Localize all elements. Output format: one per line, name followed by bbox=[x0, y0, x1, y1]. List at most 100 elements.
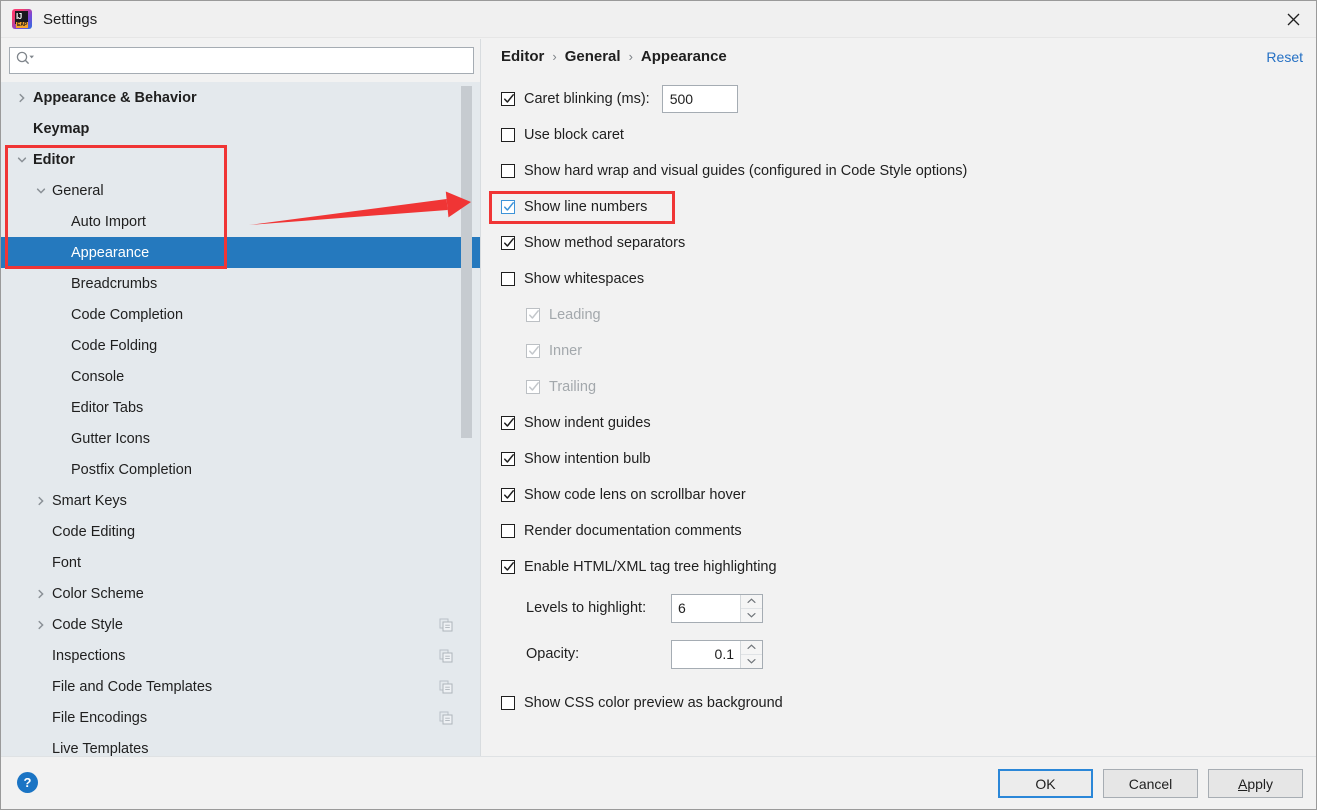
option-row-show-css-color-preview-as-background[interactable]: Show CSS color preview as background bbox=[501, 685, 1301, 721]
sidebar-item-gutter-icons[interactable]: Gutter Icons bbox=[1, 423, 481, 454]
chevron-down-icon[interactable] bbox=[15, 153, 28, 166]
spinner-input-opacity[interactable] bbox=[672, 640, 740, 668]
copy-settings-icon[interactable] bbox=[439, 711, 453, 725]
checkbox-enable-html-xml-tag-tree-highlighting[interactable] bbox=[501, 560, 515, 574]
spinner-down-icon[interactable] bbox=[741, 653, 762, 668]
checkbox-show-indent-guides[interactable] bbox=[501, 416, 515, 430]
cancel-button[interactable]: Cancel bbox=[1103, 769, 1198, 798]
sidebar-item-appearance-behavior[interactable]: Appearance & Behavior bbox=[1, 82, 481, 113]
sidebar-item-file-and-code-templates[interactable]: File and Code Templates bbox=[1, 671, 481, 702]
close-icon[interactable] bbox=[1270, 1, 1316, 37]
copy-settings-icon[interactable] bbox=[439, 680, 453, 694]
option-row-show-hard-wrap-and-visual-guides-configu[interactable]: Show hard wrap and visual guides (config… bbox=[501, 153, 1301, 189]
option-row-leading[interactable]: Leading bbox=[501, 297, 1301, 333]
sidebar-item-color-scheme[interactable]: Color Scheme bbox=[1, 578, 481, 609]
sidebar-item-label: Inspections bbox=[52, 647, 126, 664]
checkbox-caret-blinking-ms[interactable] bbox=[501, 92, 515, 106]
sidebar-scrollbar-thumb[interactable] bbox=[461, 86, 472, 438]
caret-blinking-input[interactable] bbox=[661, 85, 738, 113]
sidebar-item-inspections[interactable]: Inspections bbox=[1, 640, 481, 671]
sidebar-item-label: Auto Import bbox=[71, 213, 146, 230]
checkbox-show-whitespaces[interactable] bbox=[501, 272, 515, 286]
chevron-right-icon[interactable] bbox=[34, 587, 47, 600]
sidebar-item-font[interactable]: Font bbox=[1, 547, 481, 578]
checkbox-show-code-lens-on-scrollbar-hover[interactable] bbox=[501, 488, 515, 502]
tree-arrow-placeholder bbox=[34, 649, 47, 662]
option-row-render-documentation-comments[interactable]: Render documentation comments bbox=[501, 513, 1301, 549]
spinner-buttons bbox=[740, 640, 762, 668]
apply-button[interactable]: Apply bbox=[1208, 769, 1303, 798]
sidebar-item-label: Color Scheme bbox=[52, 585, 144, 602]
sidebar-item-editor[interactable]: Editor bbox=[1, 144, 481, 175]
option-row-inner[interactable]: Inner bbox=[501, 333, 1301, 369]
sidebar-item-label: File Encodings bbox=[52, 709, 148, 726]
sidebar-item-smart-keys[interactable]: Smart Keys bbox=[1, 485, 481, 516]
spinner-opacity[interactable] bbox=[671, 639, 763, 669]
spinner-down-icon[interactable] bbox=[741, 607, 762, 622]
sidebar-item-code-style[interactable]: Code Style bbox=[1, 609, 481, 640]
option-row-show-indent-guides[interactable]: Show indent guides bbox=[501, 405, 1301, 441]
sidebar-item-auto-import[interactable]: Auto Import bbox=[1, 206, 481, 237]
option-row-show-intention-bulb[interactable]: Show intention bulb bbox=[501, 441, 1301, 477]
chevron-right-icon[interactable] bbox=[15, 91, 28, 104]
settings-category-tree[interactable]: Appearance & Behavior Keymap Editor General… bbox=[1, 82, 481, 756]
option-label: Leading bbox=[549, 307, 601, 323]
option-row-show-whitespaces[interactable]: Show whitespaces bbox=[501, 261, 1301, 297]
option-row-show-code-lens-on-scrollbar-hover[interactable]: Show code lens on scrollbar hover bbox=[501, 477, 1301, 513]
sidebar-item-general[interactable]: General bbox=[1, 175, 481, 206]
checkbox-trailing[interactable] bbox=[526, 380, 540, 394]
sidebar-item-postfix-completion[interactable]: Postfix Completion bbox=[1, 454, 481, 485]
search-input[interactable] bbox=[36, 48, 473, 73]
help-icon[interactable]: ? bbox=[17, 772, 38, 793]
sidebar-item-editor-tabs[interactable]: Editor Tabs bbox=[1, 392, 481, 423]
option-row-show-method-separators[interactable]: Show method separators bbox=[501, 225, 1301, 261]
option-row-show-line-numbers[interactable]: Show line numbers bbox=[501, 189, 1301, 225]
window-title: Settings bbox=[43, 10, 98, 28]
option-row-use-block-caret[interactable]: Use block caret bbox=[501, 117, 1301, 153]
checkbox-show-css-color-preview-as-background[interactable] bbox=[501, 696, 515, 710]
sidebar-item-label: Gutter Icons bbox=[71, 430, 150, 447]
sidebar-item-console[interactable]: Console bbox=[1, 361, 481, 392]
tree-arrow-placeholder bbox=[53, 339, 66, 352]
settings-search-field[interactable] bbox=[9, 47, 474, 74]
copy-settings-icon[interactable] bbox=[439, 618, 453, 632]
checkbox-show-intention-bulb[interactable] bbox=[501, 452, 515, 466]
sidebar-item-label: Smart Keys bbox=[52, 492, 127, 509]
sidebar-item-label: Editor bbox=[33, 151, 75, 168]
checkbox-show-line-numbers[interactable] bbox=[501, 200, 515, 214]
sidebar-item-code-completion[interactable]: Code Completion bbox=[1, 299, 481, 330]
checkbox-show-hard-wrap-and-visual-guides-configu[interactable] bbox=[501, 164, 515, 178]
spinner-input-levels-to-highlight[interactable] bbox=[672, 594, 740, 622]
settings-detail-panel: Editor › General › Appearance Reset Caret bl… bbox=[481, 39, 1316, 756]
breadcrumb-item[interactable]: General bbox=[565, 48, 621, 65]
sidebar-item-code-editing[interactable]: Code Editing bbox=[1, 516, 481, 547]
checkbox-leading[interactable] bbox=[526, 308, 540, 322]
sidebar-item-breadcrumbs[interactable]: Breadcrumbs bbox=[1, 268, 481, 299]
option-row-caret-blinking-ms[interactable]: Caret blinking (ms): bbox=[501, 81, 1301, 117]
copy-settings-icon[interactable] bbox=[439, 649, 453, 663]
option-row-trailing[interactable]: Trailing bbox=[501, 369, 1301, 405]
sidebar-item-appearance[interactable]: Appearance bbox=[1, 237, 481, 268]
sidebar-item-live-templates[interactable]: Live Templates bbox=[1, 733, 481, 757]
spinner-up-icon[interactable] bbox=[741, 641, 762, 654]
spinner-levels-to-highlight[interactable] bbox=[671, 593, 763, 623]
breadcrumb-item[interactable]: Editor bbox=[501, 48, 544, 65]
chevron-right-icon[interactable] bbox=[34, 618, 47, 631]
chevron-right-icon[interactable] bbox=[34, 494, 47, 507]
option-label: Inner bbox=[549, 343, 583, 359]
checkbox-use-block-caret[interactable] bbox=[501, 128, 515, 142]
sidebar-item-file-encodings[interactable]: File Encodings bbox=[1, 702, 481, 733]
checkbox-render-documentation-comments[interactable] bbox=[501, 524, 515, 538]
checkbox-inner[interactable] bbox=[526, 344, 540, 358]
chevron-down-icon[interactable] bbox=[34, 184, 47, 197]
sidebar-item-code-folding[interactable]: Code Folding bbox=[1, 330, 481, 361]
reset-link[interactable]: Reset bbox=[1266, 49, 1303, 65]
option-row-enable-html-xml-tag-tree-highlighting[interactable]: Enable HTML/XML tag tree highlighting bbox=[501, 549, 1301, 585]
spinner-up-icon[interactable] bbox=[741, 595, 762, 608]
breadcrumb-item[interactable]: Appearance bbox=[641, 48, 727, 65]
sidebar-item-keymap[interactable]: Keymap bbox=[1, 113, 481, 144]
sidebar-item-label: General bbox=[52, 182, 104, 199]
checkbox-show-method-separators[interactable] bbox=[501, 236, 515, 250]
checkmark-icon bbox=[528, 309, 540, 321]
ok-button[interactable]: OK bbox=[998, 769, 1093, 798]
